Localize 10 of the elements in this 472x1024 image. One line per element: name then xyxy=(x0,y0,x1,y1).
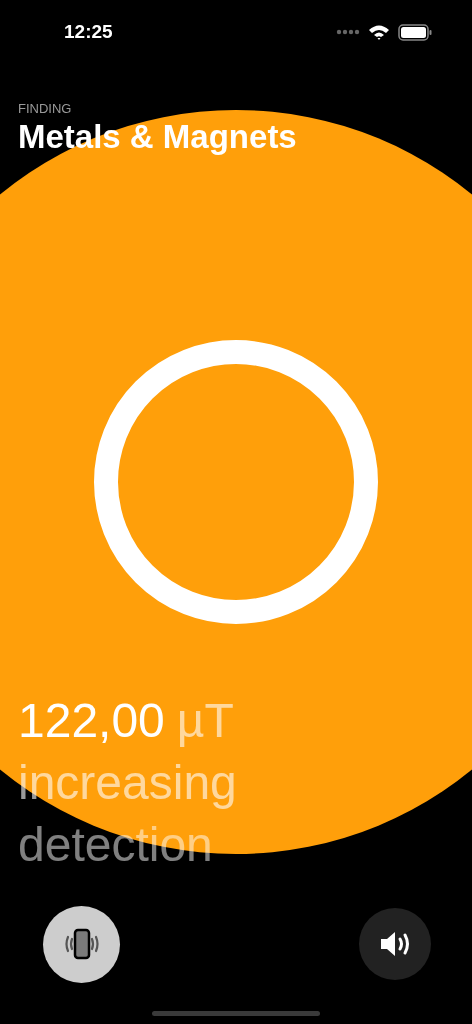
section-eyebrow: FINDING xyxy=(18,101,73,117)
status-time: 12:25 xyxy=(64,19,113,44)
field-strength-value: 122,00 xyxy=(18,693,165,749)
trend-label: increasing xyxy=(18,755,238,811)
battery-icon xyxy=(398,23,432,41)
detection-label: detection xyxy=(18,817,214,873)
speaker-icon xyxy=(378,929,412,959)
signal-dots-icon xyxy=(336,29,360,35)
wifi-icon xyxy=(368,24,390,40)
field-strength-unit: µT xyxy=(176,693,234,749)
